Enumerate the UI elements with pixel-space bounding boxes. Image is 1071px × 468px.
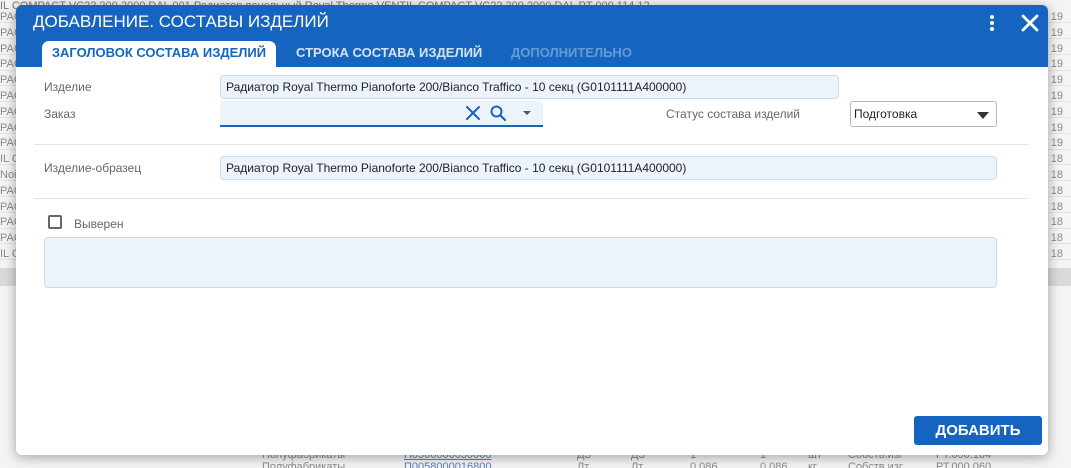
background-cell-code[interactable]: П0058000016800 (404, 461, 491, 468)
status-select[interactable]: Подготовка (850, 101, 997, 127)
background-row-number: 18 (1050, 233, 1063, 245)
background-row-number: 19 (1050, 43, 1063, 55)
add-product-composition-dialog: ДОБАВЛЕНИЕ. СОСТАВЫ ИЗДЕЛИЙ ЗАГОЛОВОК СО… (16, 5, 1048, 455)
divider (34, 198, 1028, 199)
background-row-number: 18 (1050, 201, 1063, 213)
background-row-number: 18 (1050, 185, 1063, 197)
background-cell-art: РТ.000.060 (936, 461, 992, 468)
background-row-number: 18 (1050, 249, 1063, 260)
tab-additional: ДОПОЛНИТЕЛЬНО (511, 45, 632, 60)
tab-composition-line[interactable]: СТРОКА СОСТАВА ИЗДЕЛИЙ (296, 41, 482, 67)
background-bottom-row: Полуфабрикаты П0058000016800 Лт Лт 0,086 0,08… (0, 461, 1071, 468)
background-cell-type: Полуфабрикаты (262, 461, 346, 468)
status-value: Подготовка (854, 107, 918, 121)
background-row-number: 19 (1050, 138, 1063, 150)
sample-product-field[interactable]: Радиатор Royal Thermo Pianoforte 200/Bia… (220, 156, 997, 180)
background-row-number: 18 (1050, 217, 1063, 229)
close-icon[interactable] (1018, 11, 1042, 35)
background-row-code: Noi (0, 170, 17, 181)
product-field[interactable]: Радиатор Royal Thermo Pianoforte 200/Bia… (220, 75, 839, 99)
dialog-title: ДОБАВЛЕНИЕ. СОСТАВЫ ИЗДЕЛИЙ (33, 12, 329, 31)
background-row-number: 19 (1050, 59, 1063, 71)
background-row-number: 19 (1050, 91, 1063, 102)
background-row-number: 19 (1050, 12, 1063, 23)
sample-product-label: Изделие-образец (44, 161, 142, 175)
background-cell-c1: Лт (577, 461, 590, 468)
kebab-menu-icon[interactable] (984, 13, 1000, 33)
clear-icon[interactable] (464, 104, 482, 122)
order-field[interactable] (220, 101, 543, 127)
background-cell-q2: 0,086 (760, 461, 788, 468)
order-input[interactable] (226, 104, 456, 122)
order-label: Заказ (44, 107, 76, 121)
tab-header[interactable]: ЗАГОЛОВОК СОСТАВА ИЗДЕЛИЙ (42, 41, 276, 67)
background-cell-q: 0,086 (690, 461, 718, 468)
dropdown-arrow-icon[interactable] (518, 104, 536, 122)
add-button[interactable]: ДОБАВИТЬ (914, 416, 1042, 445)
background-cell-c2: Лт (631, 461, 644, 468)
comment-textarea[interactable] (44, 237, 997, 288)
search-icon[interactable] (489, 104, 507, 122)
status-label: Статус состава изделий (666, 107, 800, 121)
dropdown-arrow-icon (977, 112, 989, 119)
background-row-number: 19 (1050, 75, 1063, 87)
background-row-number: 19 (1050, 27, 1063, 39)
divider (34, 144, 1028, 145)
background-row-number: 19 (1050, 122, 1063, 134)
background-cell-kind: Собств.изг (848, 461, 903, 468)
background-row-number: 19 (1050, 106, 1063, 118)
verified-label: Выверен (74, 217, 124, 231)
background-cell-unit: кг (808, 461, 817, 468)
product-label: Изделие (44, 80, 92, 94)
background-row-number: 18 (1050, 154, 1063, 166)
dialog-header: ДОБАВЛЕНИЕ. СОСТАВЫ ИЗДЕЛИЙ ЗАГОЛОВОК СО… (16, 5, 1048, 67)
background-row-number: 18 (1050, 170, 1063, 181)
verified-checkbox[interactable] (48, 215, 62, 229)
